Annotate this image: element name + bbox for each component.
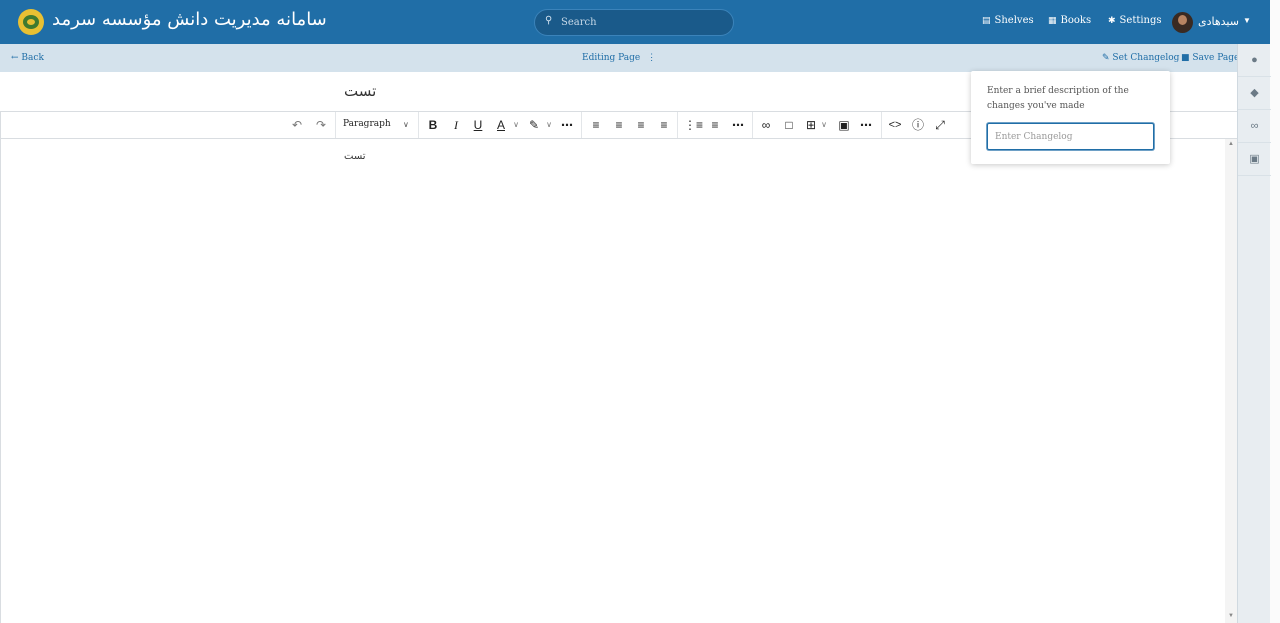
align-right-icon[interactable]: ≡ — [633, 112, 649, 138]
bullet-list-icon[interactable]: ⋮≡ — [684, 112, 703, 138]
align-left-icon[interactable]: ≡ — [588, 112, 604, 138]
changelog-description: Enter a brief description of the changes… — [987, 86, 1129, 111]
save-page-label: Save Page — [1192, 53, 1240, 63]
more-vertical-icon: ⋮ — [647, 53, 657, 63]
nav-books[interactable]: ▦ Books — [1048, 15, 1091, 26]
arrow-left-icon: ← — [11, 53, 19, 63]
set-changelog-label: Set Changelog — [1112, 53, 1180, 63]
save-page-button[interactable]: ■ Save Page — [1181, 53, 1239, 63]
logo[interactable] — [18, 9, 44, 35]
gear-icon: ✱ — [1108, 16, 1116, 26]
more-icon[interactable]: ⋯ — [730, 112, 746, 138]
toolbar-separator — [335, 112, 336, 138]
search-icon: ⚲ — [545, 15, 553, 26]
text-color-icon[interactable]: A — [493, 112, 509, 138]
link-icon[interactable]: ∞ — [758, 112, 774, 138]
search-box[interactable]: ⚲ — [534, 9, 734, 36]
nav-shelves[interactable]: ▤ Shelves — [982, 15, 1034, 26]
user-name[interactable]: سیدهادی — [1198, 15, 1239, 28]
image-icon[interactable]: ▣ — [836, 112, 852, 138]
chevron-down-icon[interactable]: ∨ — [819, 112, 829, 138]
info-icon[interactable]: ● — [1238, 44, 1271, 77]
chevron-down-icon[interactable]: ▼ — [1243, 16, 1251, 25]
numbered-list-icon[interactable]: ≡ — [707, 112, 723, 138]
editor-sidebar: ● ◆ ∞ ▣ — [1237, 44, 1271, 623]
page-title-input[interactable]: تست — [344, 82, 376, 100]
template-icon[interactable]: ▣ — [1238, 143, 1271, 176]
code-icon[interactable]: <> — [887, 112, 903, 138]
nav-books-label: Books — [1060, 15, 1092, 26]
editor-scrollbar[interactable]: ▲ ▼ — [1225, 139, 1237, 623]
search-input[interactable] — [561, 14, 721, 31]
document-icon[interactable]: □ — [781, 112, 797, 138]
highlight-icon[interactable]: ✎ — [526, 112, 542, 138]
set-changelog-button[interactable]: ✎ Set Changelog — [1102, 53, 1179, 63]
more-icon[interactable]: ⋯ — [559, 112, 575, 138]
toolbar-separator — [881, 112, 882, 138]
more-icon[interactable]: ⋯ — [858, 112, 874, 138]
nav-settings[interactable]: ✱ Settings — [1108, 15, 1162, 26]
editor-content[interactable]: تست — [0, 139, 1225, 623]
undo-icon[interactable]: ↶ — [289, 112, 305, 138]
back-label: Back — [21, 53, 44, 63]
align-center-icon[interactable]: ≡ — [611, 112, 627, 138]
editor-top-bar: ← Back Editing Page ⋮ ✎ Set Changelog ■ … — [0, 44, 1239, 72]
app-title[interactable]: سامانه مدیریت دانش مؤسسه سرمد — [52, 9, 327, 30]
changelog-popup: Enter a brief description of the changes… — [971, 71, 1170, 164]
tag-icon[interactable]: ◆ — [1238, 77, 1271, 110]
shelves-icon: ▤ — [982, 16, 991, 26]
toolbar-separator — [418, 112, 419, 138]
underline-icon[interactable]: U — [470, 112, 486, 138]
avatar[interactable] — [1172, 12, 1193, 33]
save-icon: ■ — [1181, 53, 1190, 63]
books-icon: ▦ — [1048, 16, 1057, 26]
align-justify-icon[interactable]: ≡ — [656, 112, 672, 138]
link-icon[interactable]: ∞ — [1238, 110, 1271, 143]
toolbar-separator — [677, 112, 678, 138]
scroll-up-icon[interactable]: ▲ — [1228, 141, 1234, 147]
toolbar-separator — [752, 112, 753, 138]
table-icon[interactable]: ⊞ — [803, 112, 819, 138]
nav-shelves-label: Shelves — [994, 15, 1034, 26]
format-select[interactable]: Paragraph — [343, 119, 391, 129]
pencil-icon: ✎ — [1102, 53, 1110, 63]
chevron-down-icon[interactable]: ∨ — [511, 112, 521, 138]
changelog-input[interactable] — [987, 123, 1154, 150]
italic-icon[interactable]: I — [448, 112, 464, 138]
redo-icon[interactable]: ↷ — [313, 112, 329, 138]
app-header: سامانه مدیریت دانش مؤسسه سرمد ⚲ ▤Shelves… — [0, 0, 1270, 44]
nav-settings-label: Settings — [1119, 15, 1162, 26]
chevron-down-icon[interactable]: ∨ — [403, 112, 409, 138]
scroll-down-icon[interactable]: ▼ — [1228, 613, 1234, 619]
toolbar-separator — [581, 112, 582, 138]
chevron-down-icon[interactable]: ∨ — [544, 112, 554, 138]
back-button[interactable]: ← Back — [11, 53, 44, 63]
window-edge — [1270, 0, 1280, 623]
editing-page-label: Editing Page — [582, 53, 641, 63]
editing-page-menu[interactable]: Editing Page ⋮ — [582, 53, 656, 63]
help-icon[interactable]: ⓘ — [910, 112, 926, 138]
editor-body-text[interactable]: تست — [344, 151, 366, 162]
fullscreen-icon[interactable]: ⤢ — [932, 112, 948, 138]
bold-icon[interactable]: B — [425, 112, 441, 138]
